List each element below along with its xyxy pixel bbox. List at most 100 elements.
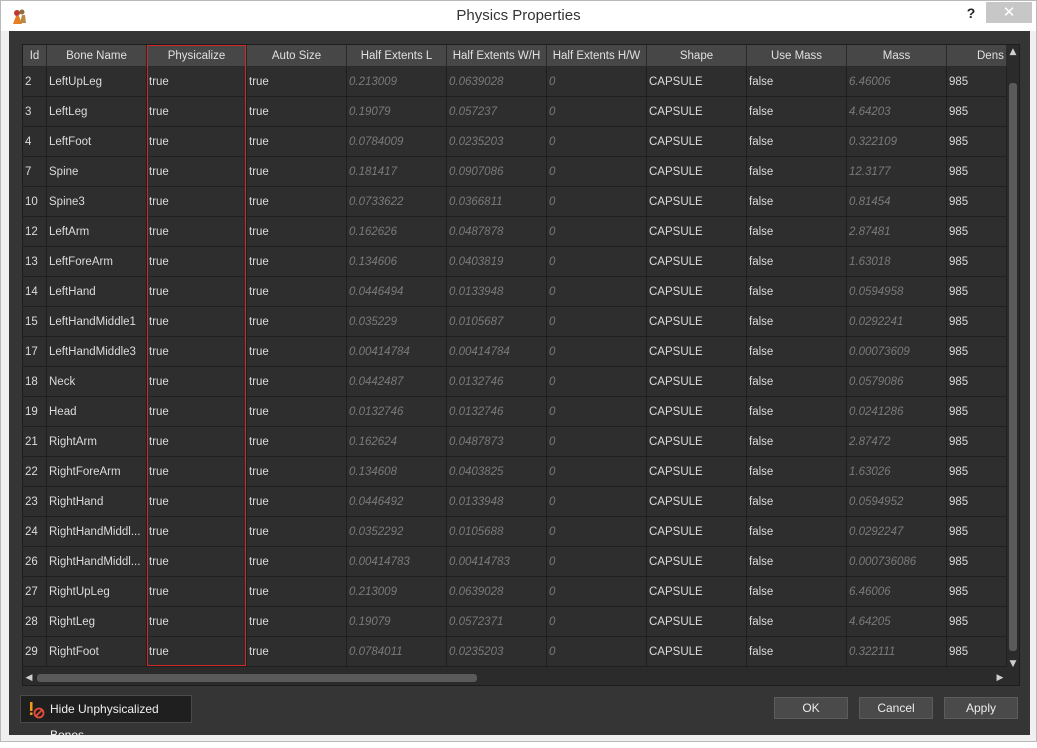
cell-shape[interactable]: CAPSULE <box>647 157 747 187</box>
table-row[interactable]: 2 LeftUpLeg true true 0.213009 0.0639028 0 CAPS… <box>23 67 1007 97</box>
table-row[interactable]: 26 RightHandMiddl... true true 0.00414783 0.0… <box>23 547 1007 577</box>
cell-id[interactable]: 26 <box>23 547 47 577</box>
cell-half-extents-hw[interactable]: 0 <box>547 577 647 607</box>
header-shape[interactable]: Shape <box>647 45 747 67</box>
cell-bone-name[interactable]: RightLeg <box>47 607 147 637</box>
cell-bone-name[interactable]: RightArm <box>47 427 147 457</box>
cell-auto-size[interactable]: true <box>247 427 347 457</box>
horizontal-scroll-thumb[interactable] <box>37 674 477 682</box>
cell-half-extents-hw[interactable]: 0 <box>547 637 647 667</box>
cell-density[interactable]: 985 <box>947 247 1007 277</box>
cell-half-extents-l[interactable]: 0.0784009 <box>347 127 447 157</box>
cell-half-extents-wh[interactable]: 0.0132746 <box>447 397 547 427</box>
cell-auto-size[interactable]: true <box>247 457 347 487</box>
cell-half-extents-hw[interactable]: 0 <box>547 187 647 217</box>
cell-mass[interactable]: 6.46006 <box>847 577 947 607</box>
cell-bone-name[interactable]: LeftForeArm <box>47 247 147 277</box>
vertical-scroll-thumb[interactable] <box>1009 83 1017 651</box>
cell-use-mass[interactable]: false <box>747 127 847 157</box>
cell-physicalize[interactable]: true <box>147 97 247 127</box>
cell-auto-size[interactable]: true <box>247 397 347 427</box>
cell-half-extents-wh[interactable]: 0.0132746 <box>447 367 547 397</box>
cell-physicalize[interactable]: true <box>147 277 247 307</box>
cell-shape[interactable]: CAPSULE <box>647 457 747 487</box>
cell-id[interactable]: 18 <box>23 367 47 397</box>
cell-bone-name[interactable]: RightUpLeg <box>47 577 147 607</box>
hide-unphysicalized-bones-button[interactable]: Hide Unphysicalized Bones <box>20 695 192 742</box>
cell-shape[interactable]: CAPSULE <box>647 547 747 577</box>
cell-shape[interactable]: CAPSULE <box>647 517 747 547</box>
cell-bone-name[interactable]: RightHand <box>47 487 147 517</box>
scroll-left-icon[interactable]: ◀ <box>24 673 34 683</box>
scroll-down-icon[interactable]: ▼ <box>1008 659 1018 669</box>
cell-mass[interactable]: 0.0594958 <box>847 277 947 307</box>
cell-half-extents-wh[interactable]: 0.0366811 <box>447 187 547 217</box>
cell-density[interactable]: 985 <box>947 277 1007 307</box>
cell-shape[interactable]: CAPSULE <box>647 67 747 97</box>
cell-shape[interactable]: CAPSULE <box>647 277 747 307</box>
scroll-right-icon[interactable]: ▶ <box>995 673 1005 683</box>
cell-density[interactable]: 985 <box>947 457 1007 487</box>
cell-shape[interactable]: CAPSULE <box>647 637 747 667</box>
cell-bone-name[interactable]: LeftHandMiddle1 <box>47 307 147 337</box>
cell-use-mass[interactable]: false <box>747 157 847 187</box>
cell-shape[interactable]: CAPSULE <box>647 577 747 607</box>
cell-physicalize[interactable]: true <box>147 577 247 607</box>
cell-use-mass[interactable]: false <box>747 397 847 427</box>
cell-auto-size[interactable]: true <box>247 247 347 277</box>
cell-id[interactable]: 13 <box>23 247 47 277</box>
cell-half-extents-l[interactable]: 0.0446494 <box>347 277 447 307</box>
cell-half-extents-l[interactable]: 0.213009 <box>347 577 447 607</box>
cell-half-extents-wh[interactable]: 0.0133948 <box>447 487 547 517</box>
cell-mass[interactable]: 4.64205 <box>847 607 947 637</box>
cell-physicalize[interactable]: true <box>147 457 247 487</box>
header-auto-size[interactable]: Auto Size <box>247 45 347 67</box>
cell-half-extents-l[interactable]: 0.0733622 <box>347 187 447 217</box>
cell-use-mass[interactable]: false <box>747 577 847 607</box>
table-row[interactable]: 10 Spine3 true true 0.0733622 0.0366811 0 CAPSU… <box>23 187 1007 217</box>
cell-half-extents-wh[interactable]: 0.0105688 <box>447 517 547 547</box>
cell-half-extents-wh[interactable]: 0.0235203 <box>447 127 547 157</box>
header-density[interactable]: Dens <box>947 45 1007 67</box>
cell-bone-name[interactable]: RightHandMiddl... <box>47 547 147 577</box>
header-half-extents-wh[interactable]: Half Extents W/H <box>447 45 547 67</box>
cell-auto-size[interactable]: true <box>247 337 347 367</box>
cell-density[interactable]: 985 <box>947 97 1007 127</box>
cell-density[interactable]: 985 <box>947 637 1007 667</box>
cell-shape[interactable]: CAPSULE <box>647 397 747 427</box>
cell-density[interactable]: 985 <box>947 397 1007 427</box>
cell-density[interactable]: 985 <box>947 157 1007 187</box>
cell-mass[interactable]: 0.0594952 <box>847 487 947 517</box>
cell-density[interactable]: 985 <box>947 217 1007 247</box>
cell-mass[interactable]: 1.63018 <box>847 247 947 277</box>
cell-physicalize[interactable]: true <box>147 487 247 517</box>
cell-physicalize[interactable]: true <box>147 427 247 457</box>
cell-mass[interactable]: 0.0579086 <box>847 367 947 397</box>
cell-auto-size[interactable]: true <box>247 217 347 247</box>
apply-button[interactable]: Apply <box>944 697 1018 719</box>
cell-mass[interactable]: 12.3177 <box>847 157 947 187</box>
cell-id[interactable]: 19 <box>23 397 47 427</box>
cell-id[interactable]: 17 <box>23 337 47 367</box>
table-row[interactable]: 29 RightFoot true true 0.0784011 0.0235203 0 CA… <box>23 637 1007 667</box>
cell-bone-name[interactable]: Spine3 <box>47 187 147 217</box>
cell-density[interactable]: 985 <box>947 607 1007 637</box>
cell-auto-size[interactable]: true <box>247 307 347 337</box>
cell-id[interactable]: 24 <box>23 517 47 547</box>
cancel-button[interactable]: Cancel <box>859 697 933 719</box>
table-row[interactable]: 21 RightArm true true 0.162624 0.0487873 0 CAPS… <box>23 427 1007 457</box>
cell-id[interactable]: 29 <box>23 637 47 667</box>
cell-half-extents-l[interactable]: 0.035229 <box>347 307 447 337</box>
cell-density[interactable]: 985 <box>947 487 1007 517</box>
cell-shape[interactable]: CAPSULE <box>647 127 747 157</box>
cell-half-extents-hw[interactable]: 0 <box>547 277 647 307</box>
cell-half-extents-l[interactable]: 0.00414784 <box>347 337 447 367</box>
cell-density[interactable]: 985 <box>947 307 1007 337</box>
table-row[interactable]: 4 LeftFoot true true 0.0784009 0.0235203 0 CAPS… <box>23 127 1007 157</box>
cell-half-extents-wh[interactable]: 0.00414784 <box>447 337 547 367</box>
cell-auto-size[interactable]: true <box>247 607 347 637</box>
cell-bone-name[interactable]: LeftArm <box>47 217 147 247</box>
cell-half-extents-wh[interactable]: 0.0639028 <box>447 577 547 607</box>
cell-shape[interactable]: CAPSULE <box>647 217 747 247</box>
cell-id[interactable]: 21 <box>23 427 47 457</box>
